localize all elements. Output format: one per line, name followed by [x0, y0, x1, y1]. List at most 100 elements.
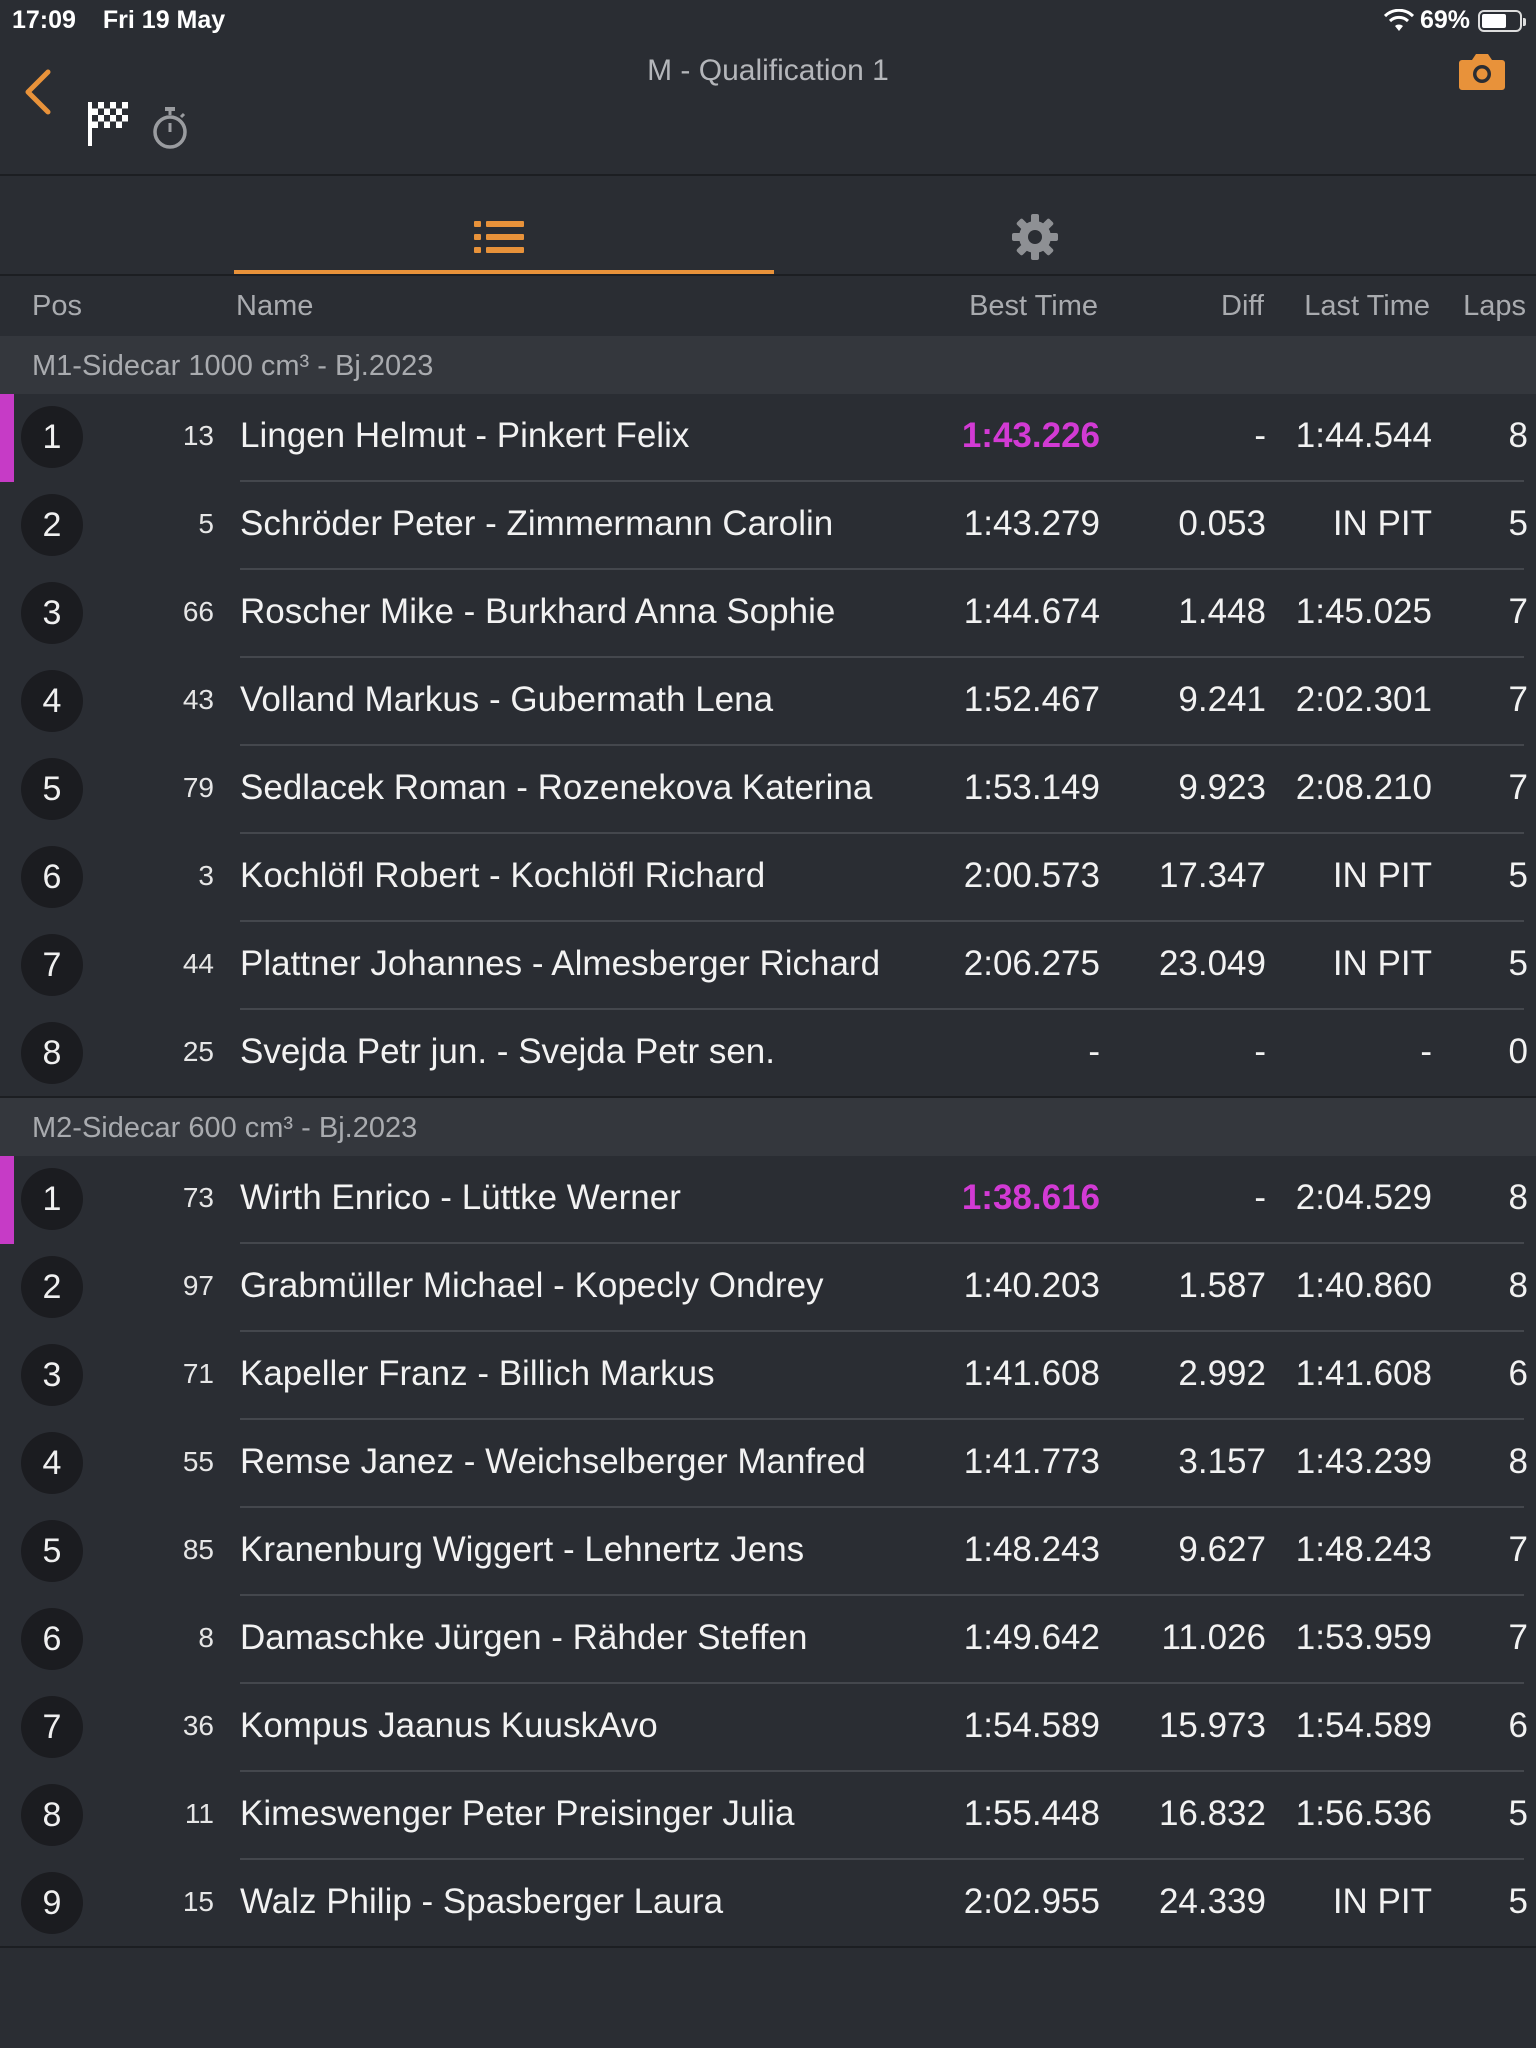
leader-marker: [0, 1156, 14, 1244]
table-row[interactable]: 4 43 Volland Markus - Gubermath Lena 1:52.4…: [0, 658, 1536, 746]
start-number: 3: [198, 860, 214, 891]
position-badge: 5: [21, 758, 83, 820]
driver-name: Kochlöfl Robert - Kochlöfl Richard: [240, 856, 766, 895]
row-divider: [0, 1946, 1536, 1948]
battery-percent: 69%: [1419, 6, 1470, 34]
start-number: 73: [182, 1182, 214, 1213]
last-time: 1:41.608: [1295, 1354, 1432, 1393]
table-row[interactable]: 7 36 Kompus Jaanus KuuskAvo 1:54.589 15.973 1…: [0, 1684, 1536, 1772]
table-row[interactable]: 6 8 Damaschke Jürgen - Rähder Steffen 1:49.…: [0, 1596, 1536, 1684]
last-time: IN PIT: [1332, 504, 1432, 543]
start-number: 66: [182, 596, 214, 627]
diff: 1.448: [1178, 592, 1266, 631]
start-number: 36: [182, 1710, 214, 1741]
table-row[interactable]: 5 85 Kranenburg Wiggert - Lehnertz Jens 1:4…: [0, 1508, 1536, 1596]
laps: 8: [1508, 1266, 1528, 1305]
best-time: 1:54.589: [963, 1706, 1100, 1745]
laps: 7: [1508, 680, 1528, 719]
table-row[interactable]: 8 25 Svejda Petr jun. - Svejda Petr sen. - -…: [0, 1010, 1536, 1098]
list-icon: [474, 221, 524, 253]
position-badge: 9: [21, 1872, 83, 1934]
laps: 8: [1508, 416, 1528, 455]
group-label: M1-Sidecar 1000 cm³ - Bj.2023: [32, 350, 434, 382]
best-time: 1:52.467: [963, 680, 1100, 719]
table-row[interactable]: 5 79 Sedlacek Roman - Rozenekova Katerina 1…: [0, 746, 1536, 834]
best-time: 2:06.275: [963, 944, 1100, 983]
diff: -: [1254, 416, 1266, 455]
last-time: 2:08.210: [1295, 768, 1432, 807]
best-time: 1:55.448: [963, 1794, 1100, 1833]
table-row[interactable]: 3 71 Kapeller Franz - Billich Markus 1:41.6…: [0, 1332, 1536, 1420]
diff: 15.973: [1158, 1706, 1266, 1745]
diff: 23.049: [1158, 944, 1266, 983]
position-badge: 8: [21, 1022, 83, 1084]
table-row[interactable]: 1 73 Wirth Enrico - Lüttke Werner 1:38.616 -…: [0, 1156, 1536, 1244]
diff: 24.339: [1158, 1882, 1266, 1921]
diff: -: [1254, 1032, 1266, 1071]
last-time: 1:44.544: [1295, 416, 1432, 455]
last-time: IN PIT: [1332, 944, 1432, 983]
wifi-icon: [1383, 8, 1414, 31]
start-number: 25: [182, 1036, 214, 1067]
status-date: Fri 19 May: [102, 6, 226, 34]
best-time: 1:43.226: [961, 416, 1100, 455]
best-time: 1:41.608: [963, 1354, 1100, 1393]
table-row[interactable]: 8 11 Kimeswenger Peter Preisinger Julia 1:5…: [0, 1772, 1536, 1860]
header: M - Qualification 1: [0, 40, 1536, 176]
start-number: 13: [182, 420, 214, 451]
diff: 2.992: [1178, 1354, 1266, 1393]
best-time: -: [1088, 1032, 1100, 1071]
driver-name: Kimeswenger Peter Preisinger Julia: [240, 1794, 795, 1833]
diff: 1.587: [1178, 1266, 1266, 1305]
driver-name: Wirth Enrico - Lüttke Werner: [240, 1178, 681, 1217]
start-number: 55: [182, 1446, 214, 1477]
best-time: 1:38.616: [961, 1178, 1100, 1217]
position-badge: 1: [21, 406, 83, 468]
table-row[interactable]: 7 44 Plattner Johannes - Almesberger Richa…: [0, 922, 1536, 1010]
camera-icon[interactable]: [1458, 52, 1506, 92]
status-time: 17:09: [12, 6, 76, 34]
last-time: -: [1420, 1032, 1432, 1071]
active-tab-indicator: [234, 270, 774, 274]
table-row[interactable]: 9 15 Walz Philip - Spasberger Laura 2:02.95…: [0, 1860, 1536, 1948]
driver-name: Plattner Johannes - Almesberger Richard: [240, 944, 881, 983]
tab-list[interactable]: [234, 176, 774, 274]
position-badge: 3: [21, 582, 83, 644]
laps: 7: [1508, 1618, 1528, 1657]
start-number: 43: [182, 684, 214, 715]
start-number: 97: [182, 1270, 214, 1301]
last-time: 1:45.025: [1295, 592, 1432, 631]
start-number: 71: [182, 1358, 214, 1389]
last-time: 1:54.589: [1295, 1706, 1432, 1745]
table-row[interactable]: 4 55 Remse Janez - Weichselberger Manfred 1…: [0, 1420, 1536, 1508]
table-row[interactable]: 2 5 Schröder Peter - Zimmermann Carolin 1:4…: [0, 482, 1536, 570]
table-row[interactable]: 1 13 Lingen Helmut - Pinkert Felix 1:43.226…: [0, 394, 1536, 482]
laps: 7: [1508, 592, 1528, 631]
diff: 17.347: [1158, 856, 1266, 895]
table-row[interactable]: 2 97 Grabmüller Michael - Kopecly Ondrey 1:…: [0, 1244, 1536, 1332]
laps: 8: [1508, 1178, 1528, 1217]
tab-settings[interactable]: [774, 176, 1294, 274]
laps: 6: [1508, 1706, 1528, 1745]
driver-name: Kapeller Franz - Billich Markus: [240, 1354, 715, 1393]
laps: 5: [1508, 504, 1528, 543]
table-row[interactable]: 3 66 Roscher Mike - Burkhard Anna Sophie 1:…: [0, 570, 1536, 658]
laps: 5: [1508, 856, 1528, 895]
driver-name: Grabmüller Michael - Kopecly Ondrey: [240, 1266, 824, 1305]
start-number: 8: [198, 1622, 214, 1653]
last-time: 1:48.243: [1295, 1530, 1432, 1569]
col-name: Name: [236, 290, 314, 322]
position-badge: 6: [21, 1608, 83, 1670]
best-time: 1:49.642: [963, 1618, 1100, 1657]
position-badge: 8: [21, 1784, 83, 1846]
position-badge: 2: [21, 494, 83, 556]
diff: 3.157: [1178, 1442, 1266, 1481]
col-diff: Diff: [1221, 290, 1264, 322]
diff: 11.026: [1161, 1618, 1266, 1657]
table-row[interactable]: 6 3 Kochlöfl Robert - Kochlöfl Richard 2:00…: [0, 834, 1536, 922]
driver-name: Svejda Petr jun. - Svejda Petr sen.: [240, 1032, 775, 1071]
position-badge: 4: [21, 1432, 83, 1494]
col-best-time: Best Time: [969, 290, 1098, 322]
driver-name: Schröder Peter - Zimmermann Carolin: [240, 504, 834, 543]
diff: 9.923: [1178, 768, 1266, 807]
